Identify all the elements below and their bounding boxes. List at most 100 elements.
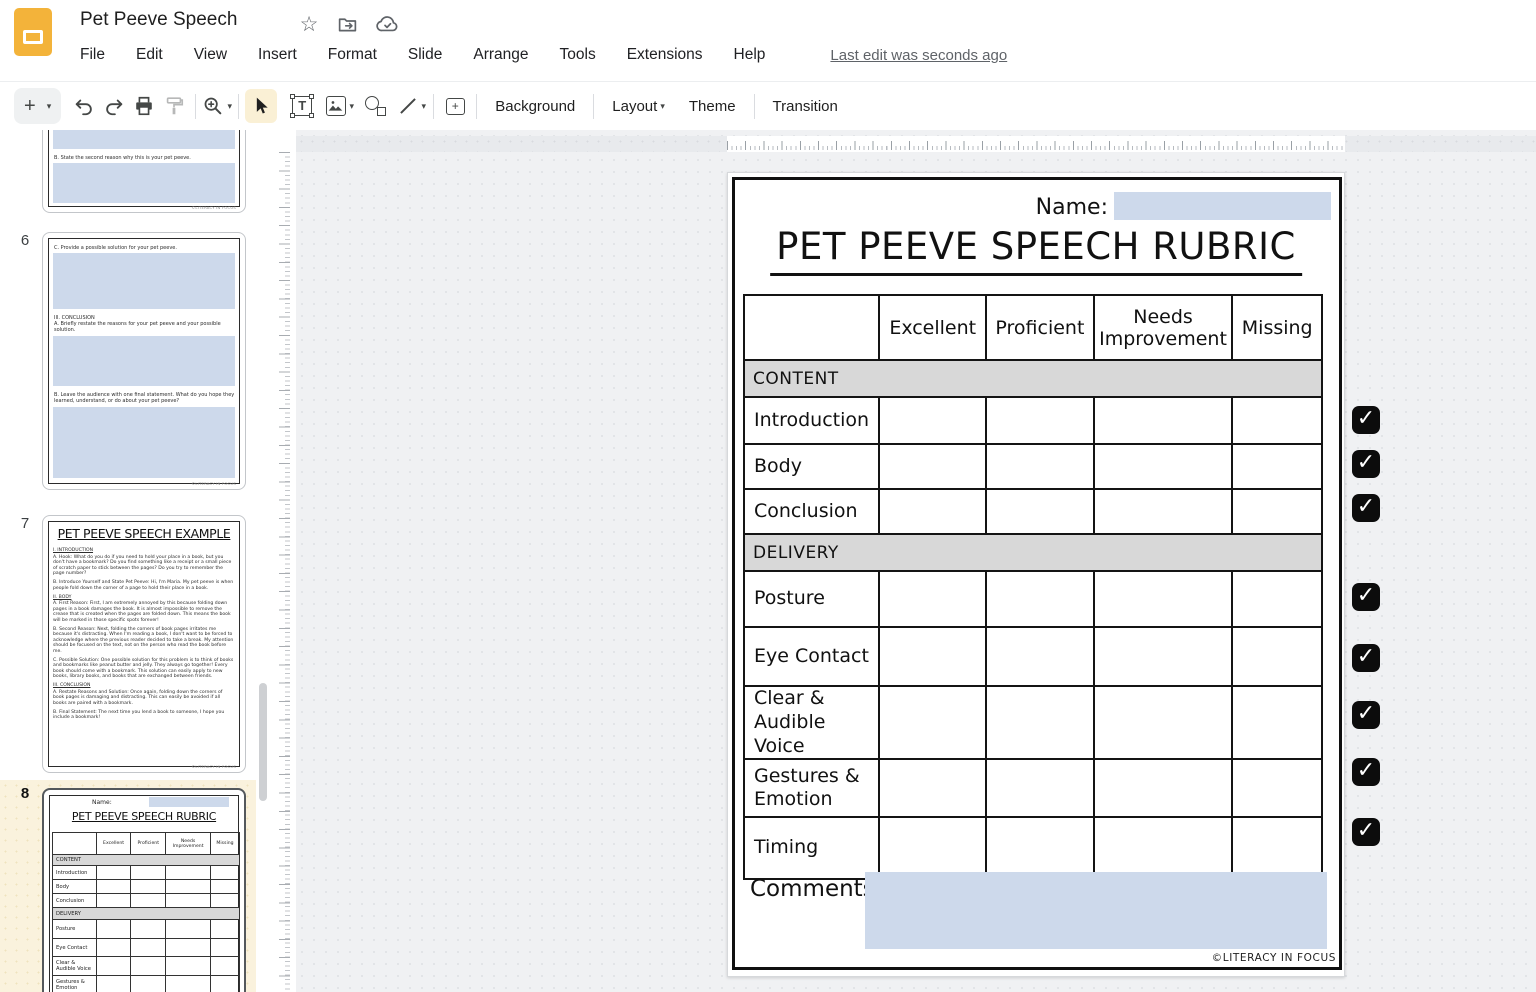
slide-number-6[interactable]: 6 [14,232,36,249]
chevron-down-icon[interactable]: ▾ [227,101,232,112]
slide-thumbnail-8-selected[interactable]: Name: PET PEEVE SPEECH RUBRIC ExcellentP… [42,788,246,992]
thumb8-rubric-table: ExcellentProficientNeeds ImprovementMiss… [52,832,240,992]
insert-shape-button[interactable] [361,89,391,123]
row-clear-audible-voice: Clear & Audible Voice [744,686,1322,759]
chevron-down-icon[interactable]: ▾ [421,101,426,112]
watermark: ©LITERACY IN FOCUS [191,205,236,210]
rubric-title[interactable]: PET PEEVE SPEECH RUBRIC [770,225,1302,276]
row-eye-contact: Eye Contact [744,627,1322,686]
vertical-ruler [270,130,296,992]
name-box [149,797,229,807]
checkmark-conclusion[interactable]: ✓ [1352,494,1380,522]
thumb6-text: A. Briefly restate the reasons for your … [54,321,238,333]
undo-button[interactable] [69,89,99,123]
slide-number-8[interactable]: 8 [14,785,36,802]
name-input-box[interactable] [1114,192,1331,220]
answer-box [53,130,235,149]
filmstrip-scrollbar[interactable] [259,683,267,801]
menu-tools[interactable]: Tools [560,46,596,64]
text-box-icon: T [292,96,312,116]
checkmark-posture[interactable]: ✓ [1352,583,1380,611]
col-excellent: Excellent [879,295,986,360]
row-introduction: Introduction [744,397,1322,444]
last-edit-link[interactable]: Last edit was seconds ago [830,47,1007,64]
menu-file[interactable]: File [80,46,105,64]
thumb5-text: B. State the second reason why this is y… [54,155,238,161]
row-body: Body [744,444,1322,489]
rubric-header-row: Excellent Proficient Needs Improvement M… [744,295,1322,360]
thumb7-title: PET PEEVE SPEECH EXAMPLE [43,526,245,541]
section-delivery-label: DELIVERY [744,534,1322,571]
thumb8-name-label: Name: [92,799,112,806]
slides-logo-icon[interactable] [14,8,52,56]
select-tool-button[interactable] [245,89,277,123]
slide-thumbnail-7[interactable]: PET PEEVE SPEECH EXAMPLE I. INTRODUCTION… [42,515,246,773]
toolbar-divider [593,94,594,119]
menu-extensions[interactable]: Extensions [627,46,703,64]
move-to-folder-icon[interactable] [335,12,359,36]
redo-button[interactable] [99,89,129,123]
google-slides-app: Pet Peeve Speech ☆ File Edit View Insert… [0,0,1536,992]
add-comment-button[interactable]: + [440,89,470,123]
zoom-button[interactable]: ▾ [202,89,232,123]
toolbar-divider [476,94,477,119]
toolbar-divider [754,94,755,119]
toolbar-divider [238,94,239,119]
col-missing: Missing [1232,295,1322,360]
slide-page[interactable]: Name: PET PEEVE SPEECH RUBRIC Excellent … [727,172,1345,977]
menu-view[interactable]: View [194,46,227,64]
rubric-table[interactable]: Excellent Proficient Needs Improvement M… [743,294,1323,880]
toolbar-divider [433,94,434,119]
menu-slide[interactable]: Slide [408,46,442,64]
menu-bar: File Edit View Insert Format Slide Arran… [80,46,1007,64]
answer-box [53,163,235,203]
comments-label[interactable]: Comments: [750,876,882,902]
plus-icon: + [24,96,36,116]
new-slide-button[interactable]: + ▾ [14,88,61,124]
checkmark-timing[interactable]: ✓ [1352,818,1380,846]
print-button[interactable] [129,89,159,123]
menu-help[interactable]: Help [734,46,766,64]
slide-filmstrip: B. State the second reason why this is y… [0,130,270,992]
background-button[interactable]: Background [483,89,587,123]
insert-line-button[interactable]: ▾ [397,89,427,123]
slide-number-7[interactable]: 7 [14,515,36,532]
checkmark-eye-contact[interactable]: ✓ [1352,644,1380,672]
horizontal-ruler [296,136,1536,152]
line-icon [401,98,417,114]
transition-button[interactable]: Transition [761,89,850,123]
comments-input-box[interactable] [865,872,1327,949]
col-needs-improvement: Needs Improvement [1094,295,1233,360]
text-box-button[interactable]: T [287,89,317,123]
checkmark-introduction[interactable]: ✓ [1352,406,1380,434]
watermark: ©LITERACY IN FOCUS [191,764,236,769]
menu-arrange[interactable]: Arrange [473,46,528,64]
layout-button[interactable]: Layout▾ [600,89,677,123]
col-proficient: Proficient [986,295,1094,360]
theme-button[interactable]: Theme [677,89,748,123]
row-posture: Posture [744,571,1322,627]
chevron-down-icon[interactable]: ▾ [47,101,52,112]
image-icon [326,96,346,116]
answer-box [53,407,235,478]
slide-thumbnail-5[interactable]: B. State the second reason why this is y… [42,130,246,213]
row-timing: Timing [744,817,1322,879]
checkmark-clear-audible-voice[interactable]: ✓ [1352,701,1380,729]
slide-thumbnail-6[interactable]: C. Provide a possible solution for your … [42,232,246,490]
star-icon[interactable]: ☆ [297,12,321,36]
name-label[interactable]: Name: [978,195,1108,220]
cloud-saved-icon[interactable] [375,12,399,36]
checkmark-gestures-emotion[interactable]: ✓ [1352,758,1380,786]
slide-canvas: Name: PET PEEVE SPEECH RUBRIC Excellent … [296,130,1536,992]
paint-format-button[interactable] [159,89,189,123]
section-content-label: CONTENT [744,360,1322,397]
menu-edit[interactable]: Edit [136,46,163,64]
checkmark-body[interactable]: ✓ [1352,450,1380,478]
menu-format[interactable]: Format [328,46,377,64]
menu-insert[interactable]: Insert [258,46,297,64]
document-title[interactable]: Pet Peeve Speech [80,9,237,31]
insert-image-button[interactable]: ▾ [325,89,355,123]
chevron-down-icon[interactable]: ▾ [349,101,354,112]
app-header: Pet Peeve Speech ☆ File Edit View Insert… [0,0,1536,82]
answer-box [53,336,235,386]
